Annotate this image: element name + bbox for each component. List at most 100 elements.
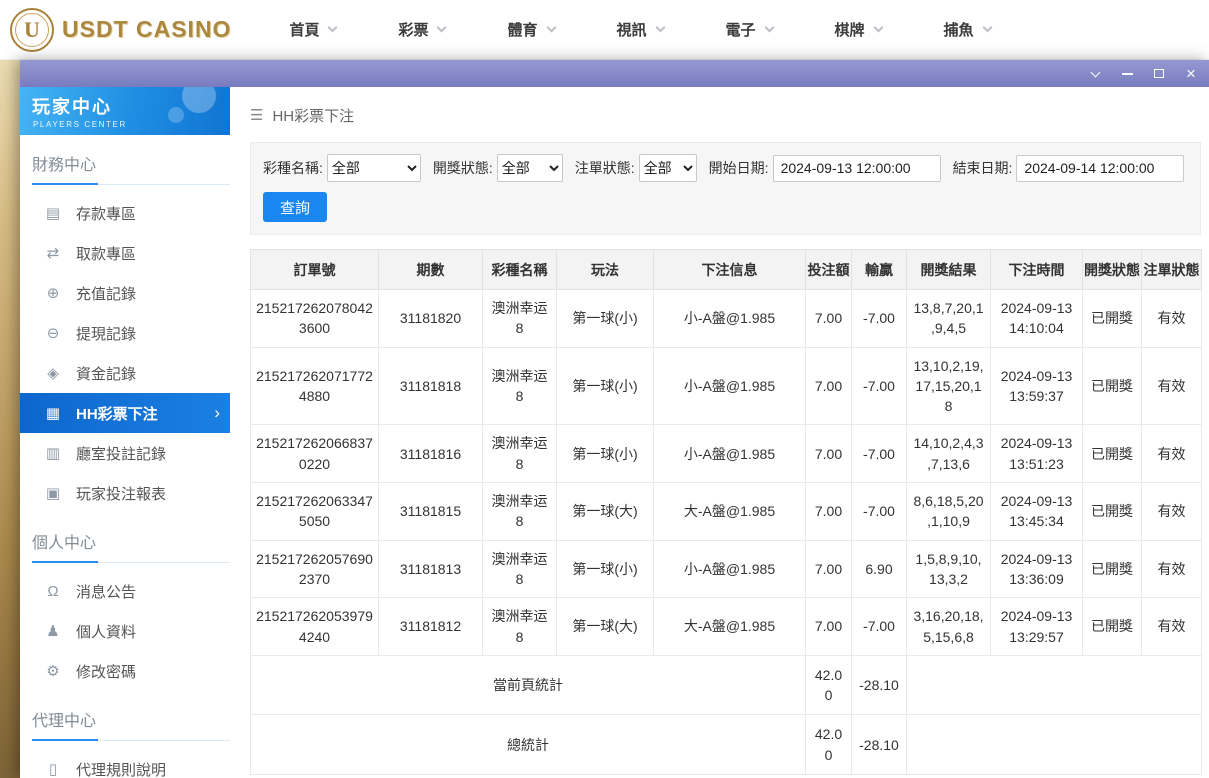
lottery-name-select[interactable]: 全部 <box>327 154 421 182</box>
period-cell: 31181813 <box>379 540 483 598</box>
top-navbar: U USDT CASINO 首頁 彩票 體育 視訊 電子 棋牌 捕魚 <box>0 0 1209 60</box>
page-root: U USDT CASINO 首頁 彩票 體育 視訊 電子 棋牌 捕魚 × 玩家中… <box>0 0 1209 778</box>
bet-time-cell: 2024-09-13 14:10:04 <box>991 290 1083 348</box>
table-row: 2152172620576902370 31181813 澳洲幸运8 第一球(小… <box>251 540 1202 598</box>
order-status-cell: 有效 <box>1142 540 1202 598</box>
bet-time-cell: 2024-09-13 13:51:23 <box>991 425 1083 483</box>
order-status-cell: 有效 <box>1142 598 1202 656</box>
draw-status-cell: 已開獎 <box>1083 347 1142 425</box>
sidebar-item-withdraw-records[interactable]: ⊖ 提現記錄 <box>20 313 230 353</box>
transfer-icon: ⇄ <box>44 244 62 262</box>
ticket-icon: ▦ <box>44 404 62 422</box>
sidebar-item-player-bet-report[interactable]: ▣ 玩家投注報表 <box>20 473 230 513</box>
hamburger-menu-icon[interactable]: ☰ <box>250 106 263 124</box>
nav-item-home[interactable]: 首頁 <box>289 19 336 40</box>
draw-result-cell: 14,10,2,4,3,7,13,6 <box>907 425 991 483</box>
lottery-name-cell: 澳洲幸运8 <box>483 483 557 541</box>
winloss-cell: -7.00 <box>852 483 907 541</box>
nav-label: 彩票 <box>398 19 428 40</box>
order-status-select[interactable]: 全部 <box>639 154 697 182</box>
minus-circle-icon: ⊖ <box>44 324 62 342</box>
bet-info-cell: 小-A盤@1.985 <box>654 425 806 483</box>
table-header-row: 訂單號 期數 彩種名稱 玩法 下注信息 投注額 輸贏 開獎結果 下注時間 開獎狀… <box>251 250 1202 290</box>
site-logo[interactable]: U USDT CASINO <box>10 8 231 52</box>
page-total-row: 當前頁統計 42.00 -28.10 <box>251 655 1202 715</box>
sidebar-item-announcements[interactable]: Ω 消息公告 <box>20 571 230 611</box>
lottery-name-cell: 澳洲幸运8 <box>483 290 557 348</box>
play-type-cell: 第一球(小) <box>557 290 654 348</box>
grand-total-empty <box>907 715 1202 775</box>
draw-status-label: 開獎狀態: <box>433 158 493 178</box>
sidebar-item-hall-bet-records[interactable]: ▥ 廳室投註記錄 <box>20 433 230 473</box>
sidebar-item-profile[interactable]: ♟ 個人資料 <box>20 611 230 651</box>
sidebar-item-agent-rules[interactable]: ▯ 代理規則說明 <box>20 749 230 778</box>
sidebar-item-deposit[interactable]: ▤ 存款專區 <box>20 193 230 233</box>
play-type-cell: 第一球(小) <box>557 347 654 425</box>
order-status-cell: 有效 <box>1142 483 1202 541</box>
section-title-agent: 代理中心 <box>32 707 230 741</box>
section-title-finance: 財務中心 <box>32 151 230 185</box>
period-cell: 31181818 <box>379 347 483 425</box>
modal-titlebar[interactable]: × <box>20 60 1209 87</box>
col-period: 期數 <box>379 250 483 290</box>
order-number-cell: 2152172620717724880 <box>251 347 379 425</box>
bet-time-cell: 2024-09-13 13:59:37 <box>991 347 1083 425</box>
draw-status-cell: 已開獎 <box>1083 290 1142 348</box>
nav-item-sports[interactable]: 體育 <box>507 19 554 40</box>
period-cell: 31181816 <box>379 425 483 483</box>
sidebar-item-change-password[interactable]: ⚙ 修改密碼 <box>20 651 230 691</box>
draw-status-cell: 已開獎 <box>1083 598 1142 656</box>
draw-result-cell: 3,16,20,18,5,15,6,8 <box>907 598 991 656</box>
nav-label: 捕魚 <box>944 19 974 40</box>
bet-info-cell: 大-A盤@1.985 <box>654 483 806 541</box>
nav-item-live-video[interactable]: 視訊 <box>617 19 664 40</box>
col-draw-status: 開獎狀態 <box>1083 250 1142 290</box>
nav-item-lottery[interactable]: 彩票 <box>398 19 445 40</box>
nav-item-card-games[interactable]: 棋牌 <box>835 19 882 40</box>
logo-text: USDT CASINO <box>62 16 231 43</box>
chevron-down-icon <box>546 23 556 33</box>
chevron-down-icon <box>873 23 883 33</box>
chevron-down-icon <box>982 23 992 33</box>
window-minimize-icon[interactable] <box>1115 64 1139 84</box>
sidebar-item-hh-lottery-bets[interactable]: ▦ HH彩票下注 › <box>20 393 230 433</box>
sidebar-item-label: 提現記錄 <box>76 323 136 344</box>
window-collapse-icon[interactable] <box>1083 64 1107 84</box>
sidebar-item-label: 取款專區 <box>76 243 136 264</box>
bet-info-cell: 大-A盤@1.985 <box>654 598 806 656</box>
window-maximize-icon[interactable] <box>1147 64 1171 84</box>
main-nav: 首頁 彩票 體育 視訊 電子 棋牌 捕魚 <box>289 19 990 40</box>
page-total-label: 當前頁統計 <box>251 655 806 715</box>
col-winloss: 輸贏 <box>852 250 907 290</box>
user-icon: ♟ <box>44 622 62 640</box>
grand-total-winloss: -28.10 <box>852 715 907 775</box>
sidebar-item-label: 代理規則說明 <box>76 759 166 778</box>
order-number-cell: 2152172620539794240 <box>251 598 379 656</box>
finance-menu: ▤ 存款專區 ⇄ 取款專區 ⊕ 充值記錄 ⊖ 提現記錄 <box>20 193 230 513</box>
section-title-personal: 個人中心 <box>32 529 230 563</box>
chevron-down-icon <box>764 23 774 33</box>
end-date-input[interactable] <box>1016 155 1184 182</box>
nav-item-slots[interactable]: 電子 <box>726 19 773 40</box>
sidebar-item-label: 個人資料 <box>76 621 136 642</box>
bet-amount-cell: 7.00 <box>806 290 852 348</box>
order-status-label: 注單狀態: <box>575 158 635 178</box>
order-status-cell: 有效 <box>1142 290 1202 348</box>
start-date-input[interactable] <box>773 155 941 182</box>
sidebar-item-recharge-records[interactable]: ⊕ 充值記錄 <box>20 273 230 313</box>
bet-amount-cell: 7.00 <box>806 483 852 541</box>
chevron-right-icon: › <box>214 403 220 423</box>
draw-status-select[interactable]: 全部 <box>497 154 563 182</box>
nav-label: 棋牌 <box>835 19 865 40</box>
winloss-cell: -7.00 <box>852 598 907 656</box>
document-icon: ▯ <box>44 760 62 778</box>
sidebar-item-funds-records[interactable]: ◈ 資金記錄 <box>20 353 230 393</box>
col-draw-result: 開獎結果 <box>907 250 991 290</box>
draw-status-cell: 已開獎 <box>1083 540 1142 598</box>
order-status-cell: 有效 <box>1142 347 1202 425</box>
nav-item-fishing[interactable]: 捕魚 <box>944 19 991 40</box>
sidebar-item-label: HH彩票下注 <box>76 403 158 424</box>
sidebar-item-withdraw[interactable]: ⇄ 取款專區 <box>20 233 230 273</box>
window-close-icon[interactable]: × <box>1179 64 1203 84</box>
query-button[interactable]: 查詢 <box>263 192 327 222</box>
